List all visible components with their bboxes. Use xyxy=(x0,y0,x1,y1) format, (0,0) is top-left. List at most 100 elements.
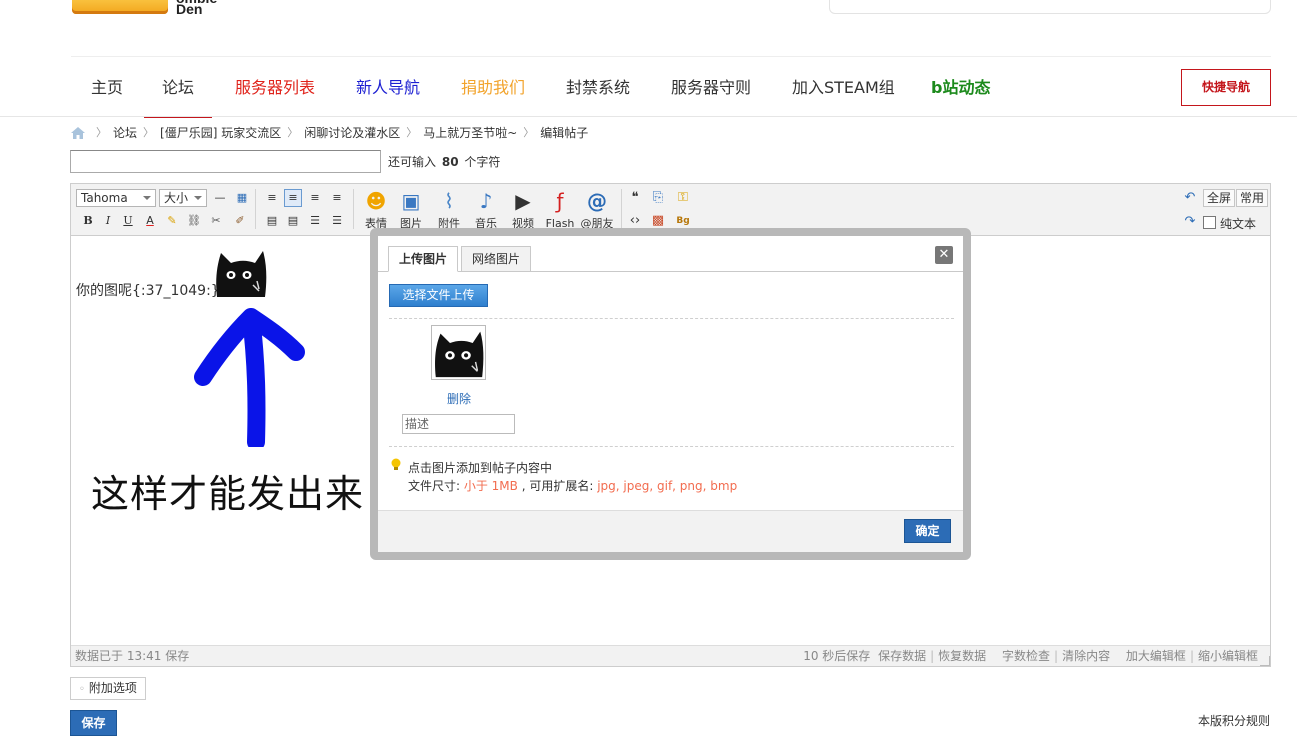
plain-text-checkbox[interactable] xyxy=(1203,216,1216,229)
lightbulb-icon xyxy=(391,458,401,470)
toolbar-divider xyxy=(353,189,354,229)
align-center-icon[interactable]: ≡ xyxy=(306,189,324,207)
tab-upload-image[interactable]: 上传图片 xyxy=(388,246,459,272)
video-icon: ▶ xyxy=(515,189,531,213)
nav-divider xyxy=(0,116,1297,117)
shrink-editor-link[interactable]: 缩小编辑框 xyxy=(1198,649,1258,663)
nav-server-rules[interactable]: 服务器守则 xyxy=(671,77,751,99)
quick-nav-button[interactable]: 快捷导航 xyxy=(1181,69,1271,106)
word-count-link[interactable]: 字数检查 xyxy=(1002,649,1050,663)
nav-donate[interactable]: 捐助我们 xyxy=(461,77,525,99)
delete-image-link[interactable]: 删除 xyxy=(447,390,471,407)
content-big-text: 这样才能发出来 xyxy=(91,472,365,516)
main-nav: 主页 论坛 服务器列表 新人导航 捐助我们 封禁系统 服务器守则 加入STEAM… xyxy=(71,56,1271,118)
chevron-right-icon: 〉 xyxy=(523,126,535,139)
chevron-right-icon: 〉 xyxy=(96,126,107,139)
confirm-button[interactable]: 确定 xyxy=(904,519,951,543)
tab-web-image[interactable]: 网络图片 xyxy=(461,246,532,272)
key-icon[interactable]: ⚿ xyxy=(674,189,692,207)
extra-options-button[interactable]: ◦ 附加选项 xyxy=(70,677,146,700)
nav-newbie-guide[interactable]: 新人导航 xyxy=(356,77,420,99)
cat-thumbnail-image xyxy=(435,331,484,378)
breadcrumb-item: 编辑帖子 xyxy=(540,126,589,140)
status-divider: | xyxy=(930,649,935,663)
insert-tip: 点击图片添加到帖子内容中 xyxy=(408,461,553,475)
toolbar-divider xyxy=(255,189,256,229)
close-icon[interactable]: ✕ xyxy=(935,246,953,264)
clear-format-icon[interactable]: ✐ xyxy=(231,212,249,230)
dialog-footer: 确定 xyxy=(378,510,963,552)
unlink-icon[interactable]: ✂ xyxy=(207,212,225,230)
score-rules-link[interactable]: 本版积分规则 xyxy=(1198,712,1270,729)
clear-content-link[interactable]: 清除内容 xyxy=(1062,649,1110,663)
code-block-icon[interactable]: ⎘ xyxy=(649,189,667,207)
align-left-icon[interactable]: ≡ xyxy=(263,189,281,207)
smiley-icon: ☻ xyxy=(365,189,387,213)
save-button[interactable]: 保存 xyxy=(70,710,117,736)
toolbar-divider xyxy=(621,189,622,229)
align-justify-icon[interactable]: ≡ xyxy=(284,189,302,207)
home-icon[interactable] xyxy=(70,126,86,140)
font-color-icon[interactable]: A xyxy=(141,212,159,230)
uploaded-image-thumbnail[interactable] xyxy=(431,325,486,380)
music-icon: ♪ xyxy=(479,189,493,213)
nav-bilibili[interactable]: b站动态 xyxy=(931,77,990,99)
unordered-list-icon[interactable]: ☰ xyxy=(328,212,346,230)
choose-file-button[interactable]: 选择文件上传 xyxy=(389,284,488,307)
logo-text: ombie Den xyxy=(176,0,217,17)
logo-badge xyxy=(72,0,168,14)
restore-data-link[interactable]: 恢复数据 xyxy=(938,649,986,663)
flash-icon: ƒ xyxy=(556,189,564,213)
fullscreen-button[interactable]: 全屏 xyxy=(1203,189,1236,207)
autosave-countdown: 10 秒后保存 xyxy=(803,649,871,663)
plain-text-label: 纯文本 xyxy=(1220,217,1257,231)
top-search-box[interactable] xyxy=(829,0,1271,14)
save-status: 数据已于 13:41 保存 xyxy=(75,649,190,663)
chevron-right-icon: 〉 xyxy=(143,126,155,139)
redo-icon[interactable]: ↷ xyxy=(1181,213,1199,231)
site-logo[interactable]: ombie Den xyxy=(70,0,230,18)
common-button[interactable]: 常用 xyxy=(1236,189,1269,207)
cat-emoticon xyxy=(216,251,267,297)
nav-forum[interactable]: 论坛 xyxy=(143,77,213,118)
float-right-icon[interactable]: ▤ xyxy=(284,212,302,230)
status-divider: | xyxy=(1054,649,1059,663)
breadcrumb-item[interactable]: 马上就万圣节啦~ xyxy=(423,125,517,141)
horizontal-rule-icon[interactable]: — xyxy=(211,189,229,207)
font-size-select[interactable]: 大小 xyxy=(159,189,207,207)
at-icon: @ xyxy=(587,189,607,213)
ordered-list-icon[interactable]: ☰ xyxy=(306,212,324,230)
underline-icon[interactable]: U xyxy=(119,212,137,230)
background-color-icon[interactable]: ✎ xyxy=(163,212,181,230)
image-description-input[interactable] xyxy=(402,414,515,434)
save-data-link[interactable]: 保存数据 xyxy=(878,649,926,663)
divider xyxy=(389,446,954,447)
enlarge-editor-link[interactable]: 加大编辑框 xyxy=(1126,649,1186,663)
resize-grip[interactable] xyxy=(1260,656,1270,666)
arrow-drawing xyxy=(194,308,305,447)
breadcrumb-item[interactable]: [僵尸乐园] 玩家交流区 xyxy=(160,125,281,141)
bold-icon[interactable]: B xyxy=(79,212,97,230)
link-icon[interactable]: ⛓ xyxy=(185,212,203,230)
status-actions: 10 秒后保存 保存数据 | 恢复数据 字数检查 | 清除内容 加大编辑框 | 缩小编辑框 xyxy=(803,646,1258,666)
align-right-icon[interactable]: ≡ xyxy=(328,189,346,207)
editor-statusbar: 数据已于 13:41 保存 10 秒后保存 保存数据 | 恢复数据 字数检查 | 清除内… xyxy=(71,645,1270,666)
nav-server-list[interactable]: 服务器列表 xyxy=(235,77,315,99)
bullet-icon: ◦ xyxy=(79,684,85,695)
image-upload-dialog: 上传图片 网络图片 ✕ 选择文件上传 删除 点击图片添加到帖子内容中 文件尺寸:… xyxy=(370,228,971,560)
title-char-count: 还可输入 80 个字符 xyxy=(388,155,501,169)
quote-icon[interactable]: ❝ xyxy=(626,189,644,207)
image-icon: ▣ xyxy=(401,189,421,213)
table-icon[interactable]: ▦ xyxy=(233,189,251,207)
undo-icon[interactable]: ↶ xyxy=(1181,189,1199,207)
float-left-icon[interactable]: ▤ xyxy=(263,212,281,230)
nav-ban-system[interactable]: 封禁系统 xyxy=(566,77,630,99)
breadcrumb-item[interactable]: 论坛 xyxy=(113,125,137,141)
post-title-input[interactable] xyxy=(70,150,381,173)
nav-home[interactable]: 主页 xyxy=(91,77,123,99)
nav-join-steam[interactable]: 加入STEAM组 xyxy=(792,77,895,99)
italic-icon[interactable]: I xyxy=(99,212,117,230)
breadcrumb-item[interactable]: 闲聊讨论及灌水区 xyxy=(304,125,400,141)
font-family-select[interactable]: Tahoma xyxy=(76,189,156,207)
chevron-right-icon: 〉 xyxy=(406,126,418,139)
